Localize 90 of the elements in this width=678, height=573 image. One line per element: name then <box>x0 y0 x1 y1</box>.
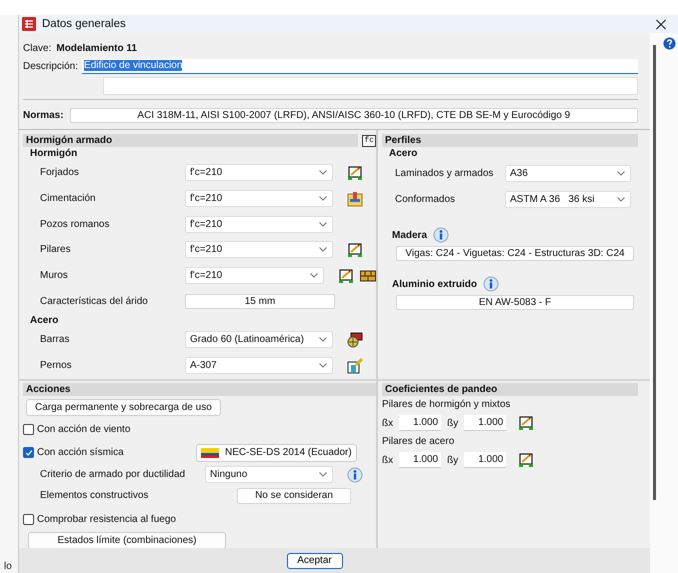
flag-icon <box>201 448 219 458</box>
chevron-icon <box>319 170 327 176</box>
ok-button[interactable]: Aceptar <box>286 552 342 568</box>
chevron-icon <box>319 472 327 477</box>
section-header: Perfiles <box>382 134 638 147</box>
checkbox-label: Con acción de viento <box>37 424 130 435</box>
elements-button[interactable]: No se consideran <box>237 488 351 504</box>
info-icon[interactable] <box>483 276 499 292</box>
input-field[interactable]: 1.000 <box>399 415 442 431</box>
field-label: Laminados y armados <box>394 168 494 178</box>
field-label: Clave: <box>23 42 52 54</box>
loads-button[interactable]: Carga permanente y sobrecarga de uso <box>26 399 221 416</box>
info-icon[interactable] <box>347 466 363 482</box>
background-text: lo <box>3 561 13 573</box>
description-field[interactable]: Edificio de vinculacion <box>82 58 638 74</box>
dropdown[interactable]: ASTM A 36 36 ksi <box>505 190 631 208</box>
input-field[interactable]: 1.000 <box>464 415 506 431</box>
group-title: Pilares de acero <box>382 435 456 449</box>
dropdown[interactable]: Grado 60 (Latinoamérica) <box>185 331 333 348</box>
checkbox[interactable] <box>23 514 34 525</box>
field-label: ßx <box>382 418 394 428</box>
dropdown[interactable]: f'c=210 <box>185 190 333 208</box>
checkbox[interactable] <box>23 424 34 435</box>
frame-edit-icon[interactable] <box>518 452 534 468</box>
group-title: Madera <box>392 230 428 240</box>
field-label: Muros <box>39 270 69 282</box>
field-label: Forjados <box>39 167 80 178</box>
dropdown[interactable]: A-307 <box>185 357 333 374</box>
window-title: Datos generales <box>42 18 126 30</box>
aluminium-button[interactable]: EN AW-5083 - F <box>396 295 634 310</box>
chevron-icon <box>319 222 327 227</box>
field-label: Pozos romanos <box>39 218 110 230</box>
field-label: Conformados <box>394 194 456 204</box>
chevron-icon <box>319 247 327 252</box>
group-title: Pilares de hormigón y mixtos <box>382 398 512 412</box>
section-header: Coeficientes de pandeo <box>382 383 638 396</box>
field-label: Criterio de armado por ductilidad <box>39 469 186 480</box>
frame-edit-icon[interactable] <box>347 242 363 258</box>
dropdown[interactable]: f'c=210 <box>185 241 333 258</box>
checkbox[interactable] <box>23 447 34 458</box>
dropdown[interactable]: A36 <box>505 164 631 182</box>
dropdown[interactable]: f'c=210 <box>185 267 324 284</box>
frame-edit-icon[interactable] <box>338 268 354 284</box>
fc-button[interactable]: fc <box>362 134 376 146</box>
frame-edit-icon[interactable] <box>518 415 534 431</box>
dropdown[interactable]: f'c=210 <box>185 164 333 182</box>
field-label: Elementos constructivos <box>39 490 150 501</box>
info-icon[interactable] <box>433 227 450 243</box>
chevron-icon <box>319 337 327 342</box>
rebar-icon[interactable] <box>347 332 363 348</box>
field-label: Pernos <box>39 360 73 372</box>
group-title: Aluminio extruido <box>392 278 477 290</box>
chevron-icon <box>617 170 625 176</box>
checkbox-label: Con acción sísmica <box>37 447 125 458</box>
chevron-icon <box>319 363 327 368</box>
group-title: Acero <box>388 147 418 160</box>
brick-wall-icon[interactable] <box>360 270 376 282</box>
input-field[interactable]: 15 mm <box>185 294 335 309</box>
field-label: ßy <box>447 418 458 428</box>
field-label: ßx <box>382 454 394 466</box>
dropdown[interactable]: f'c=210 <box>185 216 333 233</box>
field-label: Pilares <box>39 244 72 256</box>
checkbox-label: Comprobar resistencia al fuego <box>37 514 176 525</box>
frame-edit-icon[interactable] <box>347 164 363 181</box>
limit-states-button[interactable]: Estados límite (combinaciones) <box>28 532 226 548</box>
group-title: Hormigón <box>29 147 78 160</box>
dropdown[interactable]: Ninguno <box>205 466 333 483</box>
bolt-icon[interactable] <box>347 358 363 374</box>
group-title: Acero <box>29 314 60 328</box>
help-icon[interactable] <box>663 37 676 50</box>
seismic-code-button[interactable]: NEC-SE-DS 2014 (Ecuador) <box>196 444 357 462</box>
input-field[interactable]: 1.000 <box>464 452 506 468</box>
app-icon <box>22 17 36 31</box>
field-label: Descripción: <box>23 60 78 72</box>
field-label: ßy <box>447 454 458 466</box>
section-header: Acciones <box>23 383 376 396</box>
field-label: Barras <box>39 334 70 346</box>
chevron-icon <box>319 196 327 202</box>
input-field[interactable]: 1.000 <box>399 452 442 468</box>
chevron-icon <box>310 273 318 278</box>
input-field[interactable] <box>103 77 638 95</box>
field-label: Normas: <box>23 110 64 120</box>
section-header: Hormigón armado <box>23 134 358 147</box>
timber-button[interactable]: Vigas: C24 - Viguetas: C24 - Estructuras 3D: C24 <box>396 246 634 261</box>
key-value: Modelamiento 11 <box>56 42 137 54</box>
footing-icon[interactable] <box>347 190 363 207</box>
standards-button[interactable]: ACI 318M-11, AISI S100-2007 (LRFD), ANSI/AISC 360-10 (LRFD), CTE DB SE-M y Eurocódigo 9 <box>70 108 638 122</box>
chevron-icon <box>617 196 625 202</box>
field-label: Cimentación <box>39 193 97 204</box>
field-label: Características del árido <box>39 296 149 307</box>
